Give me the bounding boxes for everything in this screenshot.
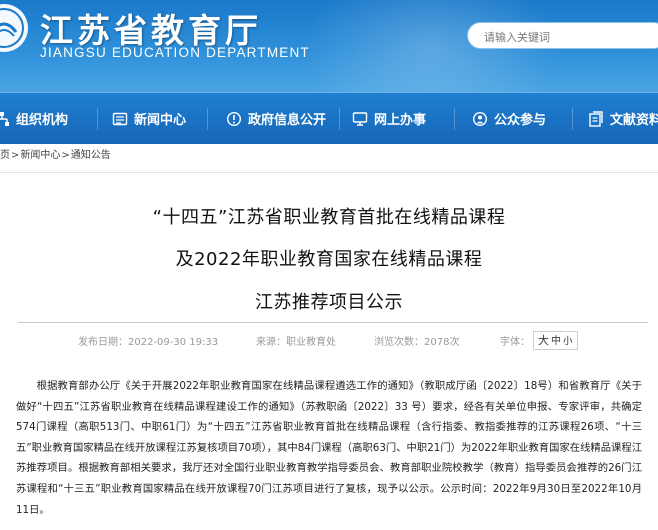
article-source: 来源：职业教育处 bbox=[256, 337, 336, 348]
people-icon bbox=[472, 111, 488, 127]
nav-label: 公众参与 bbox=[494, 113, 547, 128]
info-disclosure-icon bbox=[226, 111, 242, 127]
org-chart-icon bbox=[0, 111, 10, 127]
publish-date: 发布日期：2022-09-30 19:33 bbox=[78, 337, 219, 348]
article-paragraph: 根据教育部办公厅《关于开展2022年职业教育国家在线精品课程遴选工作的通知》（教… bbox=[16, 380, 642, 516]
breadcrumb-home[interactable]: 页 bbox=[0, 150, 10, 161]
breadcrumb-notices[interactable]: 通知公告 bbox=[71, 150, 111, 161]
nav-divider bbox=[339, 108, 340, 130]
font-size-large-button[interactable]: 大 bbox=[538, 334, 549, 347]
documents-icon bbox=[588, 110, 604, 127]
main-nav: 组织机构 新闻中心 政府信息公开 网上办事 公众参与 文献资料 bbox=[0, 92, 658, 144]
breadcrumb-separator: > bbox=[11, 150, 20, 161]
article-title-line-1: “十四五”江苏省职业教育首批在线精品课程 bbox=[152, 207, 506, 228]
nav-label: 网上办事 bbox=[374, 113, 427, 128]
nav-divider bbox=[454, 108, 455, 130]
nav-label: 新闻中心 bbox=[134, 113, 187, 128]
nav-label: 文献资料 bbox=[610, 113, 658, 128]
nav-label: 组织机构 bbox=[16, 113, 69, 128]
monitor-icon bbox=[352, 111, 368, 127]
nav-item-news[interactable]: 新闻中心 bbox=[112, 93, 186, 144]
font-size-selector: 大中小 bbox=[533, 331, 578, 350]
nav-item-organization[interactable]: 组织机构 bbox=[0, 93, 68, 144]
site-header: 江苏省教育厅 JIANGSU EDUCATION DEPARTMENT bbox=[0, 0, 658, 92]
nav-divider bbox=[572, 108, 573, 130]
breadcrumb-separator: > bbox=[61, 150, 70, 161]
article-title-line-3: 江苏推荐项目公示 bbox=[255, 292, 403, 313]
search-input[interactable] bbox=[482, 27, 656, 47]
nav-item-online-services[interactable]: 网上办事 bbox=[352, 93, 426, 144]
nav-label: 政府信息公开 bbox=[248, 113, 327, 128]
breadcrumb: 页>新闻中心>通知公告 bbox=[0, 146, 658, 164]
view-count: 浏览次数：2078次 bbox=[374, 337, 460, 348]
nav-divider bbox=[207, 108, 208, 130]
meta-divider bbox=[18, 322, 648, 323]
breadcrumb-news-center[interactable]: 新闻中心 bbox=[20, 150, 60, 161]
font-size-medium-button[interactable]: 中 bbox=[551, 336, 561, 347]
education-emblem-icon[interactable] bbox=[0, 2, 30, 54]
nav-item-documents[interactable]: 文献资料 bbox=[588, 93, 658, 144]
newspaper-icon bbox=[112, 111, 128, 127]
nav-divider bbox=[97, 108, 98, 130]
breadcrumb-divider bbox=[0, 172, 658, 173]
article-body: 根据教育部办公厅《关于开展2022年职业教育国家在线精品课程遴选工作的通知》（教… bbox=[16, 376, 642, 520]
search-box bbox=[467, 22, 658, 49]
font-size-small-button[interactable]: 小 bbox=[563, 336, 573, 347]
nav-item-public-participation[interactable]: 公众参与 bbox=[472, 93, 546, 144]
nav-item-info-disclosure[interactable]: 政府信息公开 bbox=[226, 93, 326, 144]
site-subtitle: JIANGSU EDUCATION DEPARTMENT bbox=[40, 45, 310, 60]
font-size-label: 字体： bbox=[500, 337, 530, 348]
article-title-line-2: 及2022年职业教育国家在线精品课程 bbox=[175, 249, 483, 270]
